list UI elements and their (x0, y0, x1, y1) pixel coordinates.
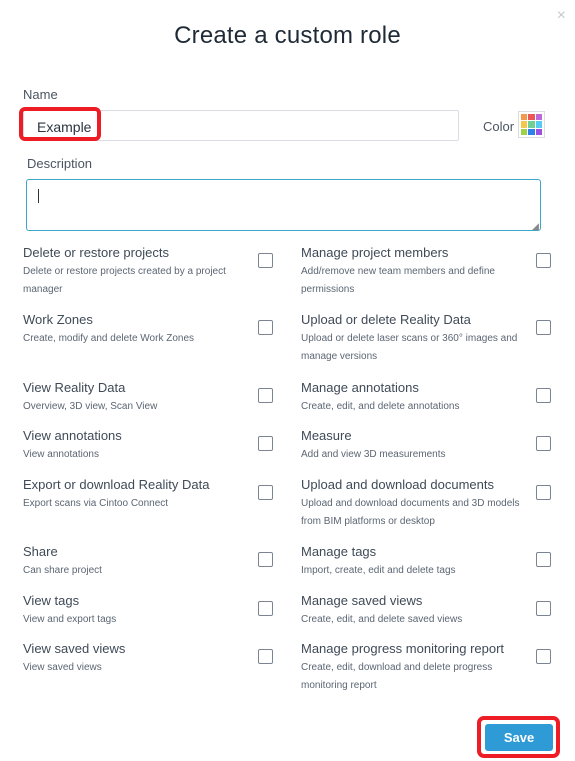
permission-description: View and export tags (23, 614, 117, 625)
permission-checkbox[interactable] (258, 320, 273, 335)
permission-title: View Reality Data (23, 380, 126, 395)
permission-checkbox[interactable] (258, 388, 273, 403)
permission-title: View annotations (23, 428, 122, 443)
permission-item: Export or download Reality Data Export sc… (23, 476, 263, 513)
color-swatch (535, 114, 542, 121)
permission-checkbox[interactable] (536, 388, 551, 403)
permission-title: Work Zones (23, 312, 93, 327)
permission-title: Measure (301, 428, 352, 443)
permission-checkbox[interactable] (258, 436, 273, 451)
permission-item: View tags View and export tags (23, 592, 263, 629)
permission-description: Upload or delete laser scans or 360° ima… (301, 333, 518, 362)
name-label: Name (23, 87, 58, 102)
permission-item: View Reality Data Overview, 3D view, Scan… (23, 379, 263, 416)
permission-description: Add/remove new team members and define p… (301, 266, 495, 295)
permission-description: Export scans via Cintoo Connect (23, 498, 169, 509)
color-swatch (521, 121, 528, 128)
permission-description: Can share project (23, 565, 102, 576)
permission-description: Create, edit, download and delete progre… (301, 662, 493, 691)
permission-description: Add and view 3D measurements (301, 449, 446, 460)
color-swatch (528, 121, 535, 128)
permission-checkbox[interactable] (536, 253, 551, 268)
permission-item: View annotations View annotations (23, 427, 263, 464)
permission-item: Manage saved views Create, edit, and dele… (301, 592, 541, 629)
color-label: Color (483, 119, 515, 134)
color-swatch (521, 114, 528, 121)
permission-checkbox[interactable] (536, 552, 551, 567)
description-input[interactable] (26, 179, 541, 231)
text-caret (38, 189, 39, 203)
permission-description: View annotations (23, 449, 99, 460)
permission-checkbox[interactable] (258, 485, 273, 500)
description-label: Description (27, 156, 93, 171)
save-button[interactable]: Save (485, 724, 553, 751)
permission-title: Upload or delete Reality Data (301, 312, 471, 327)
permission-description: Create, modify and delete Work Zones (23, 333, 195, 344)
permission-title: Delete or restore projects (23, 245, 169, 260)
permission-title: Manage annotations (301, 380, 419, 395)
permission-checkbox[interactable] (258, 601, 273, 616)
permission-item: Manage progress monitoring report Create,… (301, 640, 541, 695)
permission-description: Create, edit, and delete annotations (301, 401, 460, 412)
name-highlight-box (19, 107, 101, 141)
permission-checkbox[interactable] (536, 649, 551, 664)
permission-description: Overview, 3D view, Scan View (23, 401, 158, 412)
permission-checkbox[interactable] (536, 436, 551, 451)
color-swatch (528, 114, 535, 121)
dialog-title: Create a custom role (174, 22, 401, 49)
permission-item: Upload and download documents Upload and … (301, 476, 541, 531)
color-picker-icon[interactable] (518, 111, 545, 138)
permission-title: Upload and download documents (301, 477, 494, 492)
permission-item: Manage tags Import, create, edit and dele… (301, 543, 541, 580)
color-swatch (535, 128, 542, 135)
permission-item: Manage annotations Create, edit, and dele… (301, 379, 541, 416)
permission-title: Manage progress monitoring report (301, 641, 505, 656)
color-swatch (521, 128, 528, 135)
permission-checkbox[interactable] (258, 552, 273, 567)
permission-item: Delete or restore projects Delete or rest… (23, 244, 263, 299)
permission-title: View saved views (23, 641, 126, 656)
permission-description: Upload and download documents and 3D mod… (301, 498, 520, 527)
permission-checkbox[interactable] (536, 320, 551, 335)
permission-title: Share (23, 544, 58, 559)
permission-title: Manage saved views (301, 593, 423, 608)
permission-checkbox[interactable] (536, 601, 551, 616)
permission-title: Manage tags (301, 544, 377, 559)
permission-description: Delete or restore projects created by a … (23, 266, 226, 295)
permission-title: Export or download Reality Data (23, 477, 210, 492)
permission-item: Manage project members Add/remove new tea… (301, 244, 541, 299)
permission-description: View saved views (23, 662, 102, 673)
color-swatch (528, 128, 535, 135)
permission-description: Create, edit, and delete saved views (301, 614, 463, 625)
permission-description: Import, create, edit and delete tags (301, 565, 456, 576)
permission-item: Share Can share project (23, 543, 263, 580)
permission-title: Manage project members (301, 245, 449, 260)
permission-item: Work Zones Create, modify and delete Work… (23, 311, 263, 348)
permission-checkbox[interactable] (536, 485, 551, 500)
permission-checkbox[interactable] (258, 253, 273, 268)
permission-item: View saved views View saved views (23, 640, 263, 677)
permission-item: Upload or delete Reality Data Upload or d… (301, 311, 541, 366)
resize-grip-icon[interactable]: ◢ (532, 222, 539, 231)
permission-item: Measure Add and view 3D measurements (301, 427, 541, 464)
color-swatch (535, 121, 542, 128)
permission-checkbox[interactable] (258, 649, 273, 664)
permission-title: View tags (23, 593, 80, 608)
